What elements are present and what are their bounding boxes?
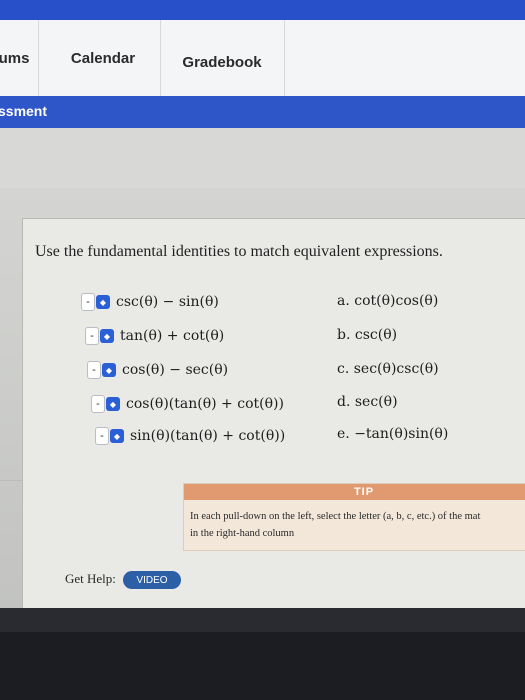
tab-label: Gradebook: [182, 54, 262, 71]
question-instruction: Use the fundamental identities to match …: [35, 243, 443, 260]
left-expression: csc(θ) − sin(θ): [116, 294, 219, 310]
chevron-updown-icon[interactable]: ◆: [106, 397, 120, 411]
answer-letter: e.: [337, 426, 350, 442]
tab-gradebook[interactable]: Gradebook: [160, 20, 285, 96]
tip-line: In each pull-down on the left, select th…: [190, 511, 481, 522]
answer-option-d: d. sec(θ): [337, 394, 398, 410]
dropdown-current-value[interactable]: -: [85, 327, 99, 345]
match-row-4: - ◆ cos(θ)(tan(θ) + cot(θ)): [91, 393, 284, 415]
answer-expression: sec(θ): [354, 394, 398, 410]
tab-label: Calendar: [70, 49, 136, 67]
chevron-updown-icon[interactable]: ◆: [102, 363, 116, 377]
tip-line: in the right-hand column: [190, 528, 295, 539]
screen-bottom-edge: [0, 608, 525, 632]
left-expression: cos(θ)(tan(θ) + cot(θ)): [126, 396, 284, 412]
left-expression: cos(θ) − sec(θ): [122, 362, 229, 378]
dropdown-current-value[interactable]: -: [81, 293, 95, 311]
tip-heading: TIP: [184, 484, 525, 500]
answer-option-e: e. −tan(θ)sin(θ): [337, 426, 448, 442]
dropdown-current-value[interactable]: -: [91, 395, 105, 413]
tip-text: In each pull-down on the left, select th…: [190, 508, 525, 542]
match-row-2: - ◆ tan(θ) + cot(θ): [85, 325, 224, 347]
left-panel-edge: [0, 480, 22, 561]
match-row-5: - ◆ sin(θ)(tan(θ) + cot(θ)): [95, 425, 285, 447]
dropdown-current-value[interactable]: -: [95, 427, 109, 445]
question-card: Use the fundamental identities to match …: [22, 218, 525, 609]
left-expression: sin(θ)(tan(θ) + cot(θ)): [130, 428, 286, 444]
video-help-button[interactable]: VIDEO: [123, 571, 181, 589]
answer-letter: b.: [337, 327, 351, 343]
browser-top-bar: [0, 0, 525, 22]
answer-option-b: b. csc(θ): [337, 327, 397, 343]
tab-calendar[interactable]: Calendar: [46, 20, 161, 96]
chevron-updown-icon[interactable]: ◆: [100, 329, 114, 343]
tab-forums[interactable]: ums: [0, 20, 39, 96]
answer-option-c: c. sec(θ)csc(θ): [337, 361, 439, 377]
answer-option-a: a. cot(θ)cos(θ): [337, 293, 438, 309]
answer-expression: sec(θ)csc(θ): [353, 361, 439, 377]
answer-letter: d.: [337, 394, 351, 410]
answer-letter: c.: [337, 361, 350, 377]
content-header-strip: [0, 128, 525, 188]
answer-expression: cot(θ)cos(θ): [354, 293, 439, 309]
get-help-label: Get Help:: [65, 571, 116, 586]
answer-expression: csc(θ): [354, 327, 398, 343]
course-navbar: ums Calendar Gradebook: [0, 20, 525, 97]
chevron-updown-icon[interactable]: ◆: [110, 429, 124, 443]
assessment-label: ssment: [0, 103, 48, 119]
left-expression: tan(θ) + cot(θ): [120, 328, 225, 344]
tip-box: TIP In each pull-down on the left, selec…: [183, 483, 525, 551]
match-row-3: - ◆ cos(θ) − sec(θ): [87, 359, 228, 381]
assessment-bar: ssment: [0, 96, 525, 128]
tab-label: ums: [0, 49, 30, 67]
answer-letter: a.: [337, 293, 350, 309]
answer-expression: −tan(θ)sin(θ): [354, 426, 449, 442]
dropdown-current-value[interactable]: -: [87, 361, 101, 379]
match-row-1: - ◆ csc(θ) − sin(θ): [81, 291, 219, 313]
chevron-updown-icon[interactable]: ◆: [96, 295, 110, 309]
